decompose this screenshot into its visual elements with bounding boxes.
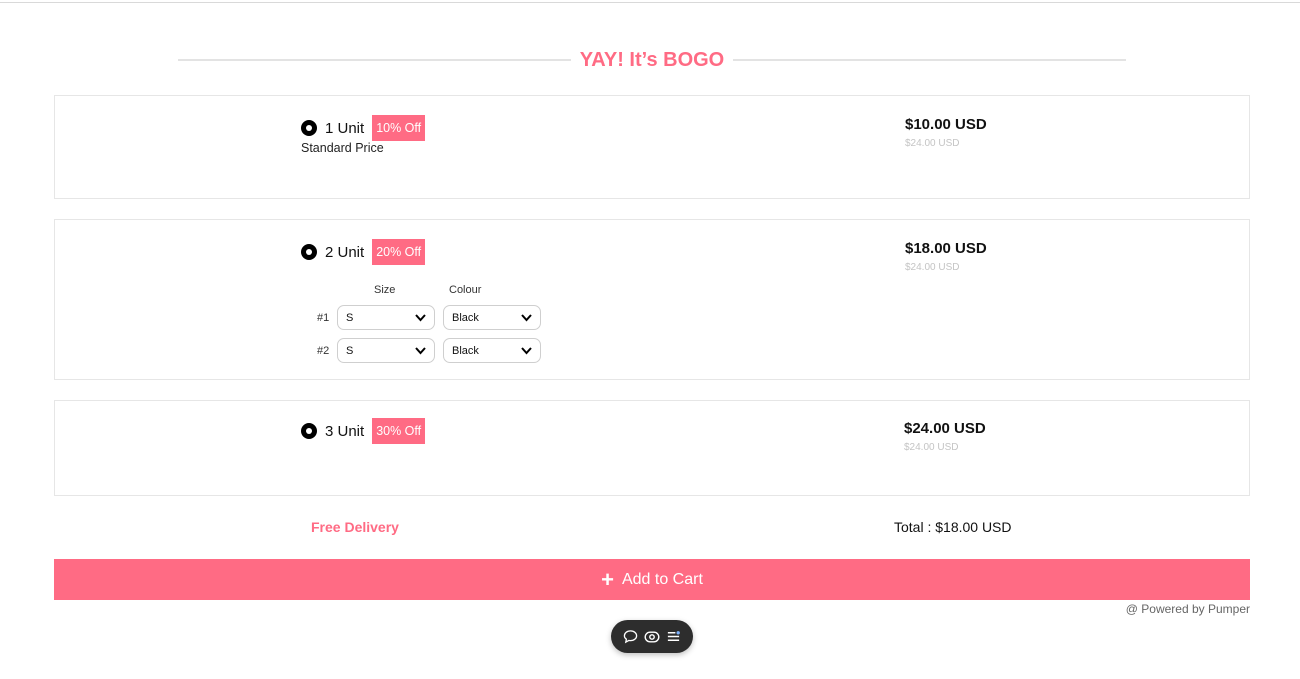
chevron-down-icon xyxy=(415,314,426,322)
colour-select-value: Black xyxy=(452,344,479,357)
offer-price: $10.00 USD xyxy=(905,116,987,133)
unit-label: 3 Unit xyxy=(325,422,365,440)
discount-badge: 20% Off xyxy=(372,239,426,265)
unit-label: 2 Unit xyxy=(325,243,365,261)
size-select[interactable]: S xyxy=(337,305,435,330)
offer-subtitle: Standard Price xyxy=(301,141,384,155)
colour-select-value: Black xyxy=(452,311,479,324)
add-to-cart-label: Add to Cart xyxy=(621,570,703,588)
discount-badge: 30% Off xyxy=(372,418,426,444)
compare-price: $24.00 USD xyxy=(905,138,960,149)
chevron-down-icon xyxy=(415,347,426,355)
size-column-header: Size xyxy=(374,284,396,296)
offer-option-header[interactable]: 1 Unit 10% Off xyxy=(301,115,426,141)
variant-row-label: #2 xyxy=(317,345,330,357)
radio-selected-icon[interactable] xyxy=(301,244,317,260)
offer-card-3-unit[interactable]: 3 Unit 30% Off $24.00 USD $24.00 USD xyxy=(54,400,1250,496)
heading-title: YAY! It’s BOGO xyxy=(579,48,725,71)
eye-icon[interactable] xyxy=(644,629,660,645)
compare-price: $24.00 USD xyxy=(904,442,959,453)
variant-row-label: #1 xyxy=(317,312,330,324)
radio-selected-icon[interactable] xyxy=(301,423,317,439)
offer-price: $18.00 USD xyxy=(905,240,987,257)
bogo-heading: YAY! It’s BOGO xyxy=(178,46,1126,74)
chevron-down-icon xyxy=(521,314,532,322)
colour-select[interactable]: Black xyxy=(443,305,541,330)
chevron-down-icon xyxy=(521,347,532,355)
offer-price: $24.00 USD xyxy=(904,420,986,437)
floating-toolbar xyxy=(611,620,693,653)
total-price: Total : $18.00 USD xyxy=(894,519,1012,535)
size-select-value: S xyxy=(346,344,354,357)
comment-icon[interactable] xyxy=(623,629,639,645)
offer-card-1-unit[interactable]: 1 Unit 10% Off Standard Price $10.00 USD… xyxy=(54,95,1250,199)
colour-column-header: Colour xyxy=(449,284,482,296)
list-settings-icon[interactable] xyxy=(666,629,682,645)
compare-price: $24.00 USD xyxy=(905,262,960,273)
add-to-cart-button[interactable]: + Add to Cart xyxy=(54,559,1250,600)
free-delivery-label: Free Delivery xyxy=(311,519,399,535)
radio-selected-icon[interactable] xyxy=(301,120,317,136)
unit-label: 1 Unit xyxy=(325,119,365,137)
offer-option-header[interactable]: 3 Unit 30% Off xyxy=(301,418,426,444)
size-select[interactable]: S xyxy=(337,338,435,363)
top-divider xyxy=(0,2,1300,3)
colour-select[interactable]: Black xyxy=(443,338,541,363)
offer-option-header[interactable]: 2 Unit 20% Off xyxy=(301,239,426,265)
powered-by-text: @ Powered by Pumper xyxy=(1125,602,1250,616)
discount-badge: 10% Off xyxy=(372,115,426,141)
plus-icon: + xyxy=(601,566,614,592)
heading-rule-left xyxy=(178,59,571,61)
heading-rule-right xyxy=(733,59,1126,61)
offer-card-2-unit[interactable]: 2 Unit 20% Off $18.00 USD $24.00 USD Siz… xyxy=(54,219,1250,380)
size-select-value: S xyxy=(346,311,354,324)
